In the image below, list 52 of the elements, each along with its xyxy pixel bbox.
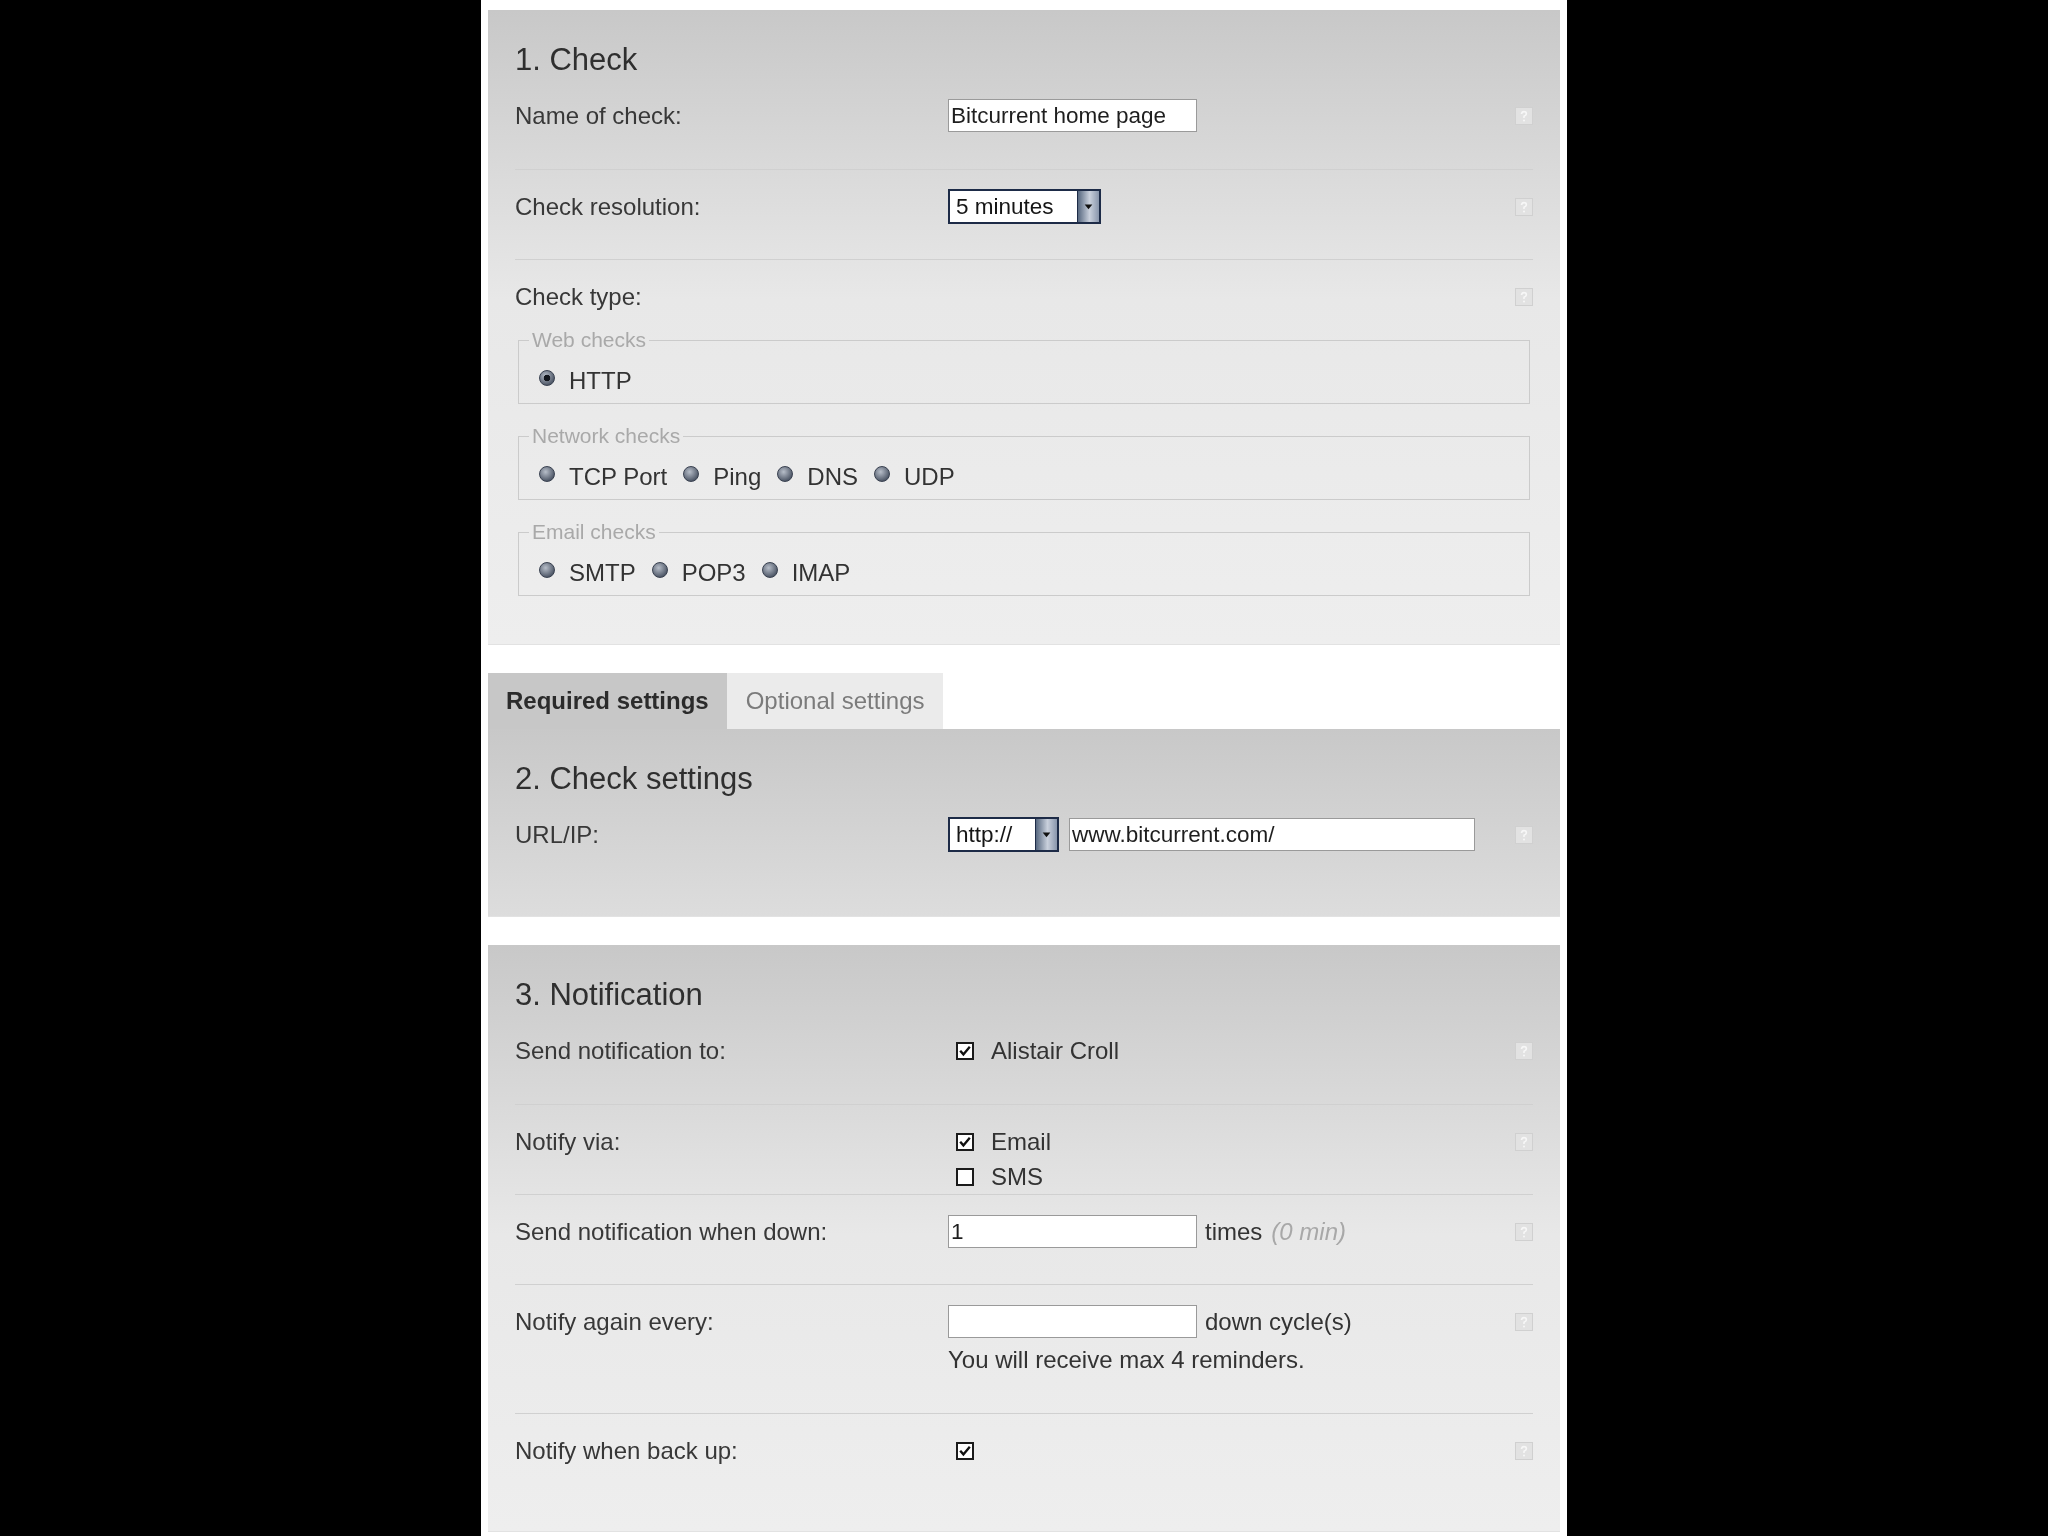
radio-button[interactable] [683,465,700,482]
unit-label: down cycle(s) [1205,1307,1352,1336]
text-field[interactable]: Bitcurrent home page [948,99,1197,132]
radio-label: POP3 [681,558,746,587]
radio-button[interactable] [539,561,555,578]
tab[interactable]: Required settings [488,673,727,729]
radio-button[interactable] [539,369,555,386]
radio-label: UDP [903,462,955,491]
tab[interactable]: Optional settings [726,673,944,729]
field-label: Send notification to: [515,1036,726,1066]
caret-icon [1035,819,1057,850]
checkbox[interactable] [956,1132,974,1151]
field-label: Send notification when down: [515,1217,828,1247]
checkbox-label: Alistair Croll [991,1036,1119,1065]
radio-label: SMTP [569,558,636,587]
field-label: Name of check: [515,101,682,131]
checkbox[interactable] [956,1441,974,1460]
unit-label: times [1205,1217,1263,1246]
section-title: 3. Notification [515,976,703,1014]
hint-text: You will receive max 4 reminders. [948,1345,1305,1375]
field-label: Notify again every: [515,1307,714,1337]
field-label: URL/IP: [515,820,600,850]
radio-label: DNS [807,462,858,491]
checkbox[interactable] [956,1041,974,1060]
field-label: Notify when back up: [515,1436,738,1466]
radio-label: TCP Port [569,462,668,491]
checkbox-label: Email [991,1127,1051,1156]
radio-label: HTTP [569,366,632,395]
radio-label: IMAP [791,558,851,587]
radio-button[interactable] [873,465,890,482]
dropdown[interactable]: http:// [948,817,1059,852]
dropdown[interactable]: 5 minutes [948,189,1101,224]
group-legend: Email checks [529,521,659,543]
radio-label: Ping [713,462,762,491]
section-title: 1. Check [515,41,638,79]
radio-button[interactable] [539,465,555,482]
caret-icon [1077,191,1099,222]
checkbox[interactable] [956,1167,974,1186]
checkbox-label: SMS [991,1162,1043,1191]
text-field[interactable]: 1 [948,1215,1197,1248]
field-label: Notify via: [515,1127,621,1157]
group-legend: Web checks [529,329,649,351]
field-label: Check type: [515,282,642,312]
radio-button[interactable] [651,561,668,578]
group-legend: Network checks [529,425,684,447]
radio-button[interactable] [777,465,794,482]
radio-button[interactable] [761,561,778,578]
field-label: Check resolution: [515,192,701,222]
text-field[interactable] [948,1305,1197,1338]
text-field[interactable]: www.bitcurrent.com/ [1069,818,1475,851]
note-text: (0 min) [1271,1217,1346,1246]
section-title: 2. Check settings [515,760,753,798]
